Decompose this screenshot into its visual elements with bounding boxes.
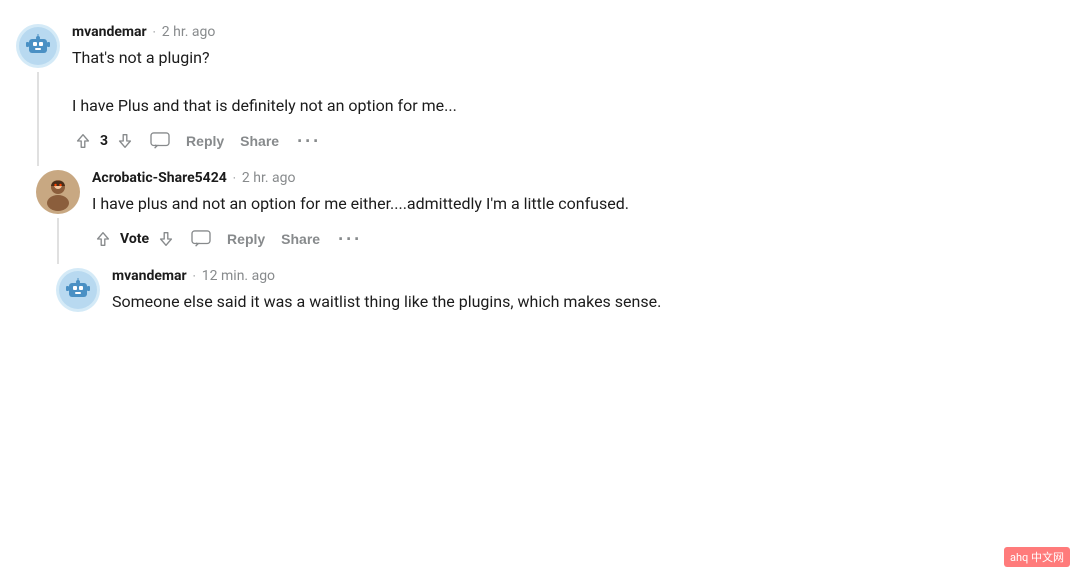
avatar-image	[19, 27, 57, 65]
upvote-icon	[74, 132, 92, 150]
comment-item: mvandemar · 12 min. ago Someone else sai…	[56, 268, 1064, 336]
comment-actions: Vote Reply Share	[92, 226, 1064, 252]
upvote-icon	[94, 230, 112, 248]
comment-item: Acrobatic-Share5424 · 2 hr. ago I have p…	[36, 170, 1064, 264]
thread-line	[57, 218, 59, 264]
nested-comment-group: Acrobatic-Share5424 · 2 hr. ago I have p…	[36, 170, 1064, 336]
avatar	[56, 268, 100, 312]
comment-body: That's not a plugin? I have Plus and tha…	[72, 46, 1064, 118]
avatar	[16, 24, 60, 68]
comment-icon	[191, 230, 211, 248]
comment-left-col	[16, 24, 60, 166]
upvote-button[interactable]	[72, 128, 94, 154]
timestamp: 12 min. ago	[202, 268, 275, 284]
downvote-button[interactable]	[155, 226, 177, 252]
avatar	[36, 170, 80, 214]
comment-line-1: That's not a plugin?	[72, 46, 1064, 70]
username: mvandemar	[112, 268, 187, 284]
comment-icon	[150, 132, 170, 150]
comment-header: Acrobatic-Share5424 · 2 hr. ago	[92, 170, 1064, 186]
downvote-icon	[157, 230, 175, 248]
separator-dot: ·	[233, 171, 236, 185]
more-options-button[interactable]: ···	[293, 131, 325, 152]
comment-body: I have plus and not an option for me eit…	[92, 192, 1064, 216]
username: Acrobatic-Share5424	[92, 170, 227, 186]
vote-area: 3	[72, 128, 136, 154]
watermark: ahq 中文网	[1004, 547, 1070, 567]
comment-left-col	[56, 268, 100, 336]
timestamp: 2 hr. ago	[242, 170, 296, 186]
comment-body: Someone else said it was a waitlist thin…	[112, 290, 1064, 314]
reply-button[interactable]: Reply	[184, 129, 226, 153]
avatar-image	[59, 271, 97, 309]
vote-label: Vote	[120, 231, 149, 247]
timestamp: 2 hr. ago	[162, 24, 216, 40]
comment-header: mvandemar · 2 hr. ago	[72, 24, 1064, 40]
comment-header: mvandemar · 12 min. ago	[112, 268, 1064, 284]
comment-thread: mvandemar · 2 hr. ago That's not a plugi…	[0, 16, 1080, 348]
username: mvandemar	[72, 24, 147, 40]
separator-dot: ·	[153, 25, 156, 39]
nested-comment-level2: mvandemar · 12 min. ago Someone else sai…	[56, 268, 1064, 336]
comment-item: mvandemar · 2 hr. ago That's not a plugi…	[16, 24, 1064, 166]
downvote-button[interactable]	[114, 128, 136, 154]
thread-line	[37, 72, 39, 166]
comment-line-2: I have Plus and that is definitely not a…	[72, 94, 1064, 118]
comment-actions: 3 Reply Share ···	[72, 128, 1064, 154]
share-button[interactable]: Share	[238, 129, 281, 153]
separator-dot: ·	[193, 269, 196, 283]
vote-area: Vote	[92, 226, 177, 252]
more-options-button[interactable]: ···	[334, 229, 366, 250]
reply-button[interactable]: Reply	[225, 227, 267, 251]
comment-content: mvandemar · 2 hr. ago That's not a plugi…	[72, 24, 1064, 166]
share-button[interactable]: Share	[279, 227, 322, 251]
vote-count: 3	[100, 133, 108, 149]
avatar-image	[39, 173, 77, 211]
upvote-button[interactable]	[92, 226, 114, 252]
comment-content: mvandemar · 12 min. ago Someone else sai…	[112, 268, 1064, 336]
comment-left-col	[36, 170, 80, 264]
downvote-icon	[116, 132, 134, 150]
comment-icon-button[interactable]	[148, 128, 172, 154]
comment-content: Acrobatic-Share5424 · 2 hr. ago I have p…	[92, 170, 1064, 264]
comment-icon-button[interactable]	[189, 226, 213, 252]
